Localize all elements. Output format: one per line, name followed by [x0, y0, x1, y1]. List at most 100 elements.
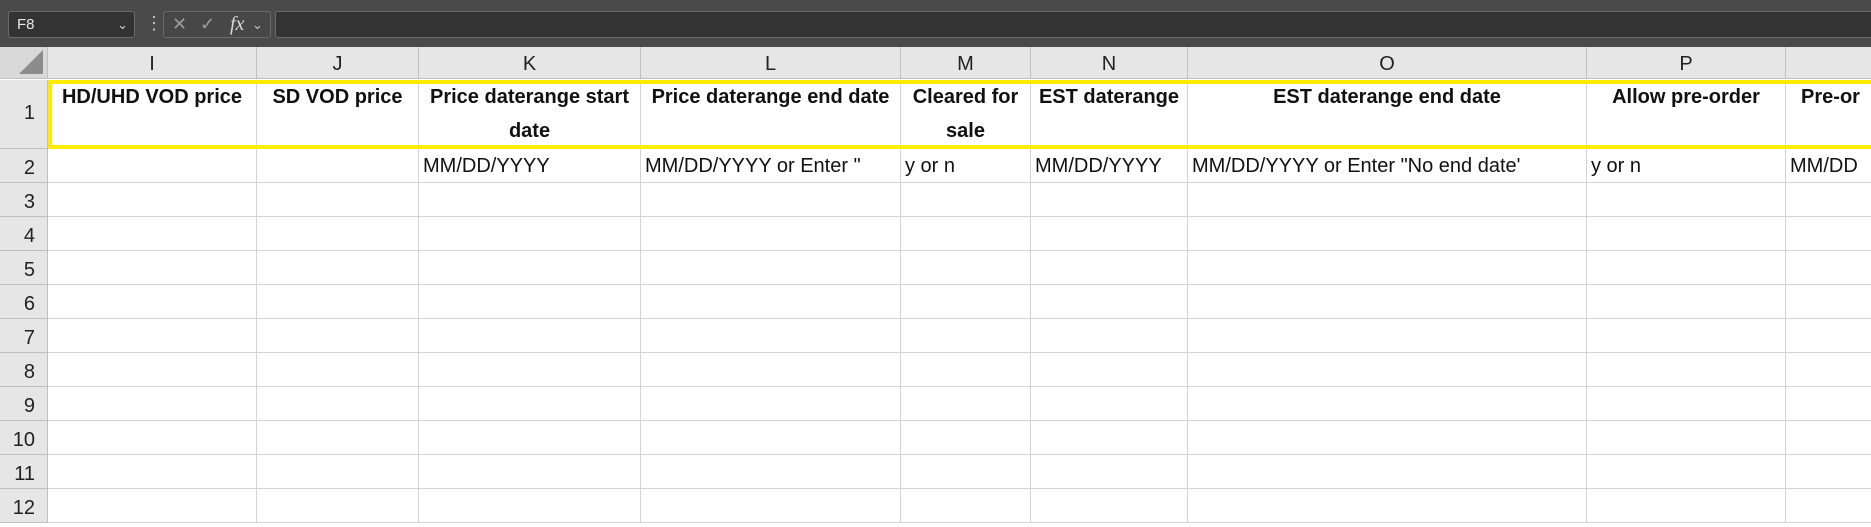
- empty-cell[interactable]: [257, 319, 419, 353]
- empty-cell[interactable]: [641, 251, 901, 285]
- row-header[interactable]: 5: [0, 251, 48, 285]
- empty-cell[interactable]: [1786, 489, 1871, 523]
- column-header[interactable]: M: [901, 47, 1031, 79]
- empty-cell[interactable]: [1188, 353, 1587, 387]
- row-header[interactable]: 9: [0, 387, 48, 421]
- empty-cell[interactable]: [901, 421, 1031, 455]
- empty-cell[interactable]: [1031, 489, 1188, 523]
- data-cell[interactable]: y or n: [901, 149, 1031, 183]
- empty-cell[interactable]: [901, 217, 1031, 251]
- empty-cell[interactable]: [1031, 387, 1188, 421]
- column-header[interactable]: O: [1188, 47, 1587, 79]
- data-cell[interactable]: [257, 149, 419, 183]
- enter-check-icon[interactable]: ✓: [200, 12, 215, 37]
- column-header[interactable]: I: [48, 47, 257, 79]
- empty-cell[interactable]: [48, 387, 257, 421]
- empty-cell[interactable]: [1031, 455, 1188, 489]
- empty-cell[interactable]: [1587, 251, 1786, 285]
- empty-cell[interactable]: [1587, 489, 1786, 523]
- row-header[interactable]: 10: [0, 421, 48, 455]
- empty-cell[interactable]: [1031, 285, 1188, 319]
- data-cell[interactable]: MM/DD/YYYY: [1031, 149, 1188, 183]
- empty-cell[interactable]: [1188, 489, 1587, 523]
- empty-cell[interactable]: [1031, 251, 1188, 285]
- empty-cell[interactable]: [257, 251, 419, 285]
- empty-cell[interactable]: [419, 353, 641, 387]
- empty-cell[interactable]: [48, 489, 257, 523]
- empty-cell[interactable]: [641, 183, 901, 217]
- data-cell[interactable]: MM/DD/YYYY: [419, 149, 641, 183]
- empty-cell[interactable]: [419, 387, 641, 421]
- empty-cell[interactable]: [641, 217, 901, 251]
- header-cell[interactable]: Cleared for sale: [901, 80, 1031, 149]
- empty-cell[interactable]: [641, 421, 901, 455]
- empty-cell[interactable]: [48, 285, 257, 319]
- empty-cell[interactable]: [1786, 183, 1871, 217]
- empty-cell[interactable]: [901, 183, 1031, 217]
- empty-cell[interactable]: [1786, 455, 1871, 489]
- empty-cell[interactable]: [1786, 285, 1871, 319]
- empty-cell[interactable]: [1587, 285, 1786, 319]
- row-header[interactable]: 11: [0, 455, 48, 489]
- empty-cell[interactable]: [257, 183, 419, 217]
- empty-cell[interactable]: [419, 421, 641, 455]
- empty-cell[interactable]: [48, 421, 257, 455]
- empty-cell[interactable]: [1188, 183, 1587, 217]
- empty-cell[interactable]: [1587, 455, 1786, 489]
- empty-cell[interactable]: [1188, 387, 1587, 421]
- empty-cell[interactable]: [641, 455, 901, 489]
- empty-cell[interactable]: [257, 217, 419, 251]
- header-cell[interactable]: Allow pre-order: [1587, 80, 1786, 149]
- empty-cell[interactable]: [1786, 217, 1871, 251]
- empty-cell[interactable]: [1188, 319, 1587, 353]
- empty-cell[interactable]: [1587, 353, 1786, 387]
- empty-cell[interactable]: [48, 217, 257, 251]
- name-box[interactable]: F8 ⌄: [8, 11, 135, 38]
- empty-cell[interactable]: [48, 353, 257, 387]
- empty-cell[interactable]: [1031, 183, 1188, 217]
- empty-cell[interactable]: [1786, 353, 1871, 387]
- empty-cell[interactable]: [1031, 353, 1188, 387]
- row-header[interactable]: 4: [0, 217, 48, 251]
- empty-cell[interactable]: [641, 489, 901, 523]
- empty-cell[interactable]: [1786, 421, 1871, 455]
- empty-cell[interactable]: [419, 183, 641, 217]
- empty-cell[interactable]: [1587, 387, 1786, 421]
- empty-cell[interactable]: [641, 285, 901, 319]
- column-header[interactable]: P: [1587, 47, 1786, 79]
- empty-cell[interactable]: [257, 421, 419, 455]
- empty-cell[interactable]: [1587, 217, 1786, 251]
- column-header[interactable]: N: [1031, 47, 1188, 79]
- empty-cell[interactable]: [901, 251, 1031, 285]
- empty-cell[interactable]: [1031, 319, 1188, 353]
- chevron-down-icon[interactable]: ⌄: [252, 12, 263, 37]
- header-cell[interactable]: Price daterange start date: [419, 80, 641, 149]
- empty-cell[interactable]: [419, 251, 641, 285]
- empty-cell[interactable]: [1031, 421, 1188, 455]
- header-cell[interactable]: EST daterange: [1031, 80, 1188, 149]
- row-header[interactable]: 2: [0, 149, 48, 183]
- empty-cell[interactable]: [419, 217, 641, 251]
- empty-cell[interactable]: [901, 319, 1031, 353]
- data-cell[interactable]: MM/DD/YYYY or Enter ": [641, 149, 901, 183]
- empty-cell[interactable]: [641, 319, 901, 353]
- empty-cell[interactable]: [1188, 251, 1587, 285]
- empty-cell[interactable]: [641, 387, 901, 421]
- empty-cell[interactable]: [1786, 251, 1871, 285]
- chevron-down-icon[interactable]: ⌄: [117, 12, 128, 37]
- empty-cell[interactable]: [257, 353, 419, 387]
- header-cell[interactable]: Pre-or: [1786, 80, 1871, 149]
- empty-cell[interactable]: [1786, 387, 1871, 421]
- cancel-icon[interactable]: ✕: [172, 12, 187, 37]
- header-cell[interactable]: SD VOD price: [257, 80, 419, 149]
- empty-cell[interactable]: [901, 285, 1031, 319]
- empty-cell[interactable]: [419, 489, 641, 523]
- empty-cell[interactable]: [48, 251, 257, 285]
- insert-function-icon[interactable]: fx: [230, 12, 244, 37]
- empty-cell[interactable]: [48, 319, 257, 353]
- empty-cell[interactable]: [1188, 421, 1587, 455]
- column-header[interactable]: L: [641, 47, 901, 79]
- row-header[interactable]: 7: [0, 319, 48, 353]
- empty-cell[interactable]: [1786, 319, 1871, 353]
- empty-cell[interactable]: [901, 455, 1031, 489]
